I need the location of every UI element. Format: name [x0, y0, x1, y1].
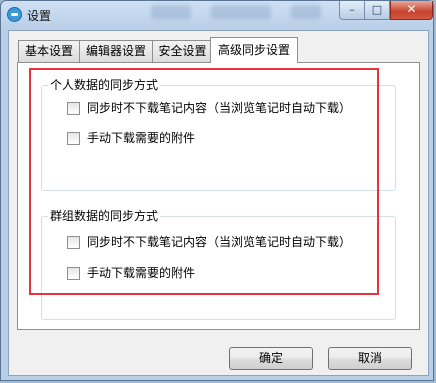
- checkbox[interactable]: [67, 132, 80, 145]
- minimize-button[interactable]: –: [339, 1, 365, 20]
- ok-button[interactable]: 确定: [229, 347, 313, 370]
- close-button[interactable]: ✕: [390, 1, 433, 20]
- tab-security-settings[interactable]: 安全设置: [152, 40, 213, 62]
- tab-editor-settings[interactable]: 编辑器设置: [79, 40, 153, 62]
- cancel-button[interactable]: 取消: [328, 347, 412, 370]
- group-sync-group-title: 群组数据的同步方式: [48, 209, 161, 224]
- checkbox[interactable]: [67, 102, 80, 115]
- option-label: 手动下载需要的附件: [87, 131, 196, 145]
- settings-window: 设置 – □ ✕ 基本设置 编辑器设置 安全设置 高级同步设置 个人数据的同步方…: [0, 0, 434, 381]
- personal-sync-group: 个人数据的同步方式 同步时不下载笔记内容（当浏览笔记时自动下载） 手动下载需要的…: [41, 78, 396, 191]
- checkbox[interactable]: [67, 267, 80, 280]
- tab-basic-settings[interactable]: 基本设置: [18, 40, 80, 62]
- tab-panel-advanced-sync: 个人数据的同步方式 同步时不下载笔记内容（当浏览笔记时自动下载） 手动下载需要的…: [17, 62, 420, 330]
- blurred-region: [291, 5, 321, 19]
- app-logo-icon: [7, 7, 22, 22]
- group-sync-group: 群组数据的同步方式 同步时不下载笔记内容（当浏览笔记时自动下载） 手动下载需要的…: [41, 209, 396, 320]
- personal-sync-group-title: 个人数据的同步方式: [48, 78, 161, 93]
- dialog-client-area: 基本设置 编辑器设置 安全设置 高级同步设置 个人数据的同步方式 同步时不下载笔…: [8, 30, 429, 376]
- option-label: 同步时不下载笔记内容（当浏览笔记时自动下载）: [87, 235, 352, 249]
- blurred-region: [151, 5, 191, 19]
- title-bar[interactable]: 设置 – □ ✕: [1, 1, 433, 29]
- checkbox[interactable]: [67, 236, 80, 249]
- option-label: 手动下载需要的附件: [87, 266, 196, 280]
- tab-advanced-sync-settings[interactable]: 高级同步设置: [210, 37, 298, 63]
- window-title: 设置: [27, 9, 52, 23]
- maximize-button[interactable]: □: [364, 1, 390, 20]
- blurred-region: [211, 5, 271, 19]
- option-label: 同步时不下载笔记内容（当浏览笔记时自动下载）: [87, 101, 352, 115]
